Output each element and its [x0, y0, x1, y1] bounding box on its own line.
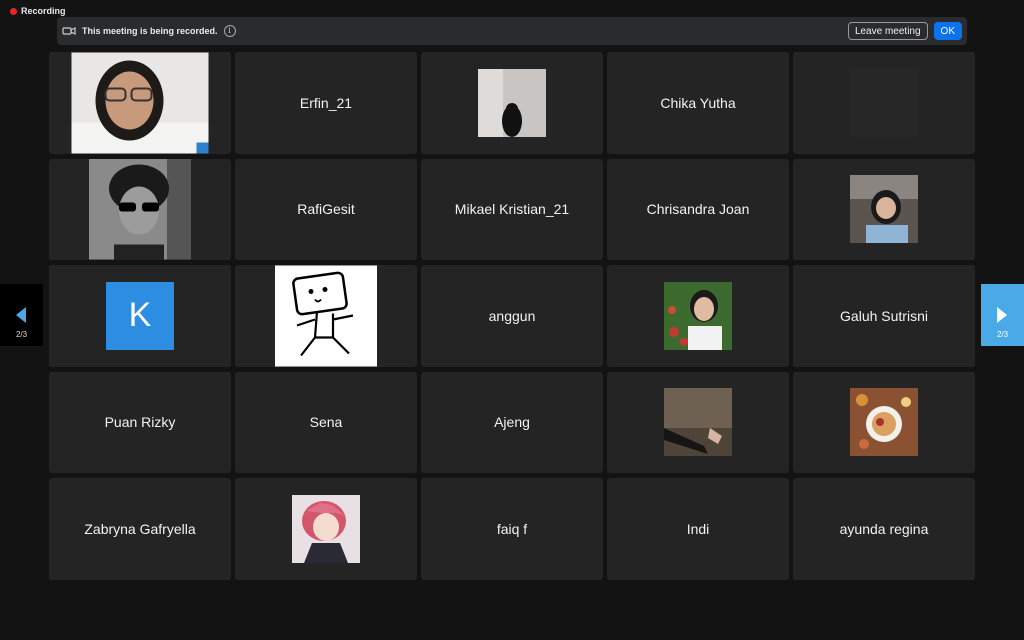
participant-tile[interactable]: Zabryna Gafryella — [49, 478, 231, 580]
participant-video — [89, 158, 191, 260]
participant-name: Chika Yutha — [660, 94, 736, 111]
record-dot-icon — [10, 7, 17, 15]
recording-banner: This meeting is being recorded. i Leave … — [57, 17, 967, 45]
participant-tile[interactable] — [607, 265, 789, 367]
recording-indicator: Recording — [10, 6, 66, 16]
participant-tile[interactable]: RafiGesit — [235, 158, 417, 260]
participant-name: Erfin_21 — [299, 94, 353, 111]
participant-name: Chrisandra Joan — [646, 201, 750, 218]
page-indicator: 2/3 — [15, 330, 28, 339]
next-page-button[interactable]: 2/3 — [981, 284, 1024, 346]
chevron-right-icon — [997, 307, 1007, 323]
participant-tile[interactable]: Chrisandra Joan — [607, 158, 789, 260]
participant-name: Galuh Sutrisni — [840, 307, 928, 324]
participant-tile[interactable]: K — [49, 265, 231, 367]
participant-tile[interactable] — [421, 52, 603, 154]
participant-video — [71, 52, 209, 154]
ok-button[interactable]: OK — [933, 22, 962, 40]
participant-name: Puan Rizky — [104, 414, 176, 431]
participant-tile[interactable] — [793, 52, 975, 154]
participant-name: Ajeng — [494, 414, 530, 431]
participant-avatar — [275, 265, 377, 367]
participant-tile[interactable] — [235, 265, 417, 367]
participant-tile[interactable]: Chika Yutha — [607, 52, 789, 154]
participant-tile[interactable]: ayunda regina — [793, 478, 975, 580]
participant-name: ayunda regina — [839, 520, 929, 537]
participant-tile[interactable]: Ajeng — [421, 371, 603, 473]
page-indicator: 2/3 — [996, 330, 1009, 339]
avatar-initial: K — [128, 296, 152, 335]
participant-tile[interactable] — [49, 158, 231, 260]
participant-avatar — [478, 68, 546, 137]
participant-name: Mikael Kristian_21 — [454, 201, 570, 218]
video-camera-icon — [62, 27, 76, 35]
participant-tile[interactable]: anggun — [421, 265, 603, 367]
participant-name: faiq f — [496, 520, 528, 537]
participant-tile[interactable] — [793, 371, 975, 473]
participant-name: RafiGesit — [297, 201, 355, 218]
participant-tile[interactable] — [49, 52, 231, 154]
participant-tile[interactable]: faiq f — [421, 478, 603, 580]
participant-name: Zabryna Gafryella — [84, 520, 196, 537]
participant-tile[interactable]: Sena — [235, 371, 417, 473]
participant-name: Sena — [309, 414, 343, 431]
participant-tile[interactable] — [607, 371, 789, 473]
recording-label: Recording — [21, 6, 66, 16]
participant-avatar — [850, 388, 918, 457]
participant-avatar: K — [106, 281, 174, 350]
participant-tile[interactable]: Puan Rizky — [49, 371, 231, 473]
participant-avatar — [664, 281, 732, 350]
participant-grid: Erfin_21 Chika Yutha RafiGesit Mikael Kr… — [49, 52, 976, 580]
leave-meeting-button[interactable]: Leave meeting — [847, 22, 928, 40]
banner-message: This meeting is being recorded. — [82, 26, 218, 36]
participant-avatar — [850, 175, 918, 244]
previous-page-button[interactable]: 2/3 — [0, 284, 43, 346]
participant-tile[interactable] — [793, 158, 975, 260]
participant-tile[interactable]: Erfin_21 — [235, 52, 417, 154]
participant-name: Indi — [686, 520, 710, 537]
participant-avatar — [292, 494, 360, 563]
participant-tile[interactable]: Galuh Sutrisni — [793, 265, 975, 367]
participant-tile[interactable]: Mikael Kristian_21 — [421, 158, 603, 260]
participant-name: anggun — [488, 307, 536, 324]
participant-tile[interactable] — [235, 478, 417, 580]
chevron-left-icon — [16, 307, 26, 323]
participant-tile[interactable]: Indi — [607, 478, 789, 580]
participant-avatar — [664, 388, 732, 457]
info-icon[interactable]: i — [223, 25, 236, 37]
participant-avatar — [850, 68, 918, 137]
